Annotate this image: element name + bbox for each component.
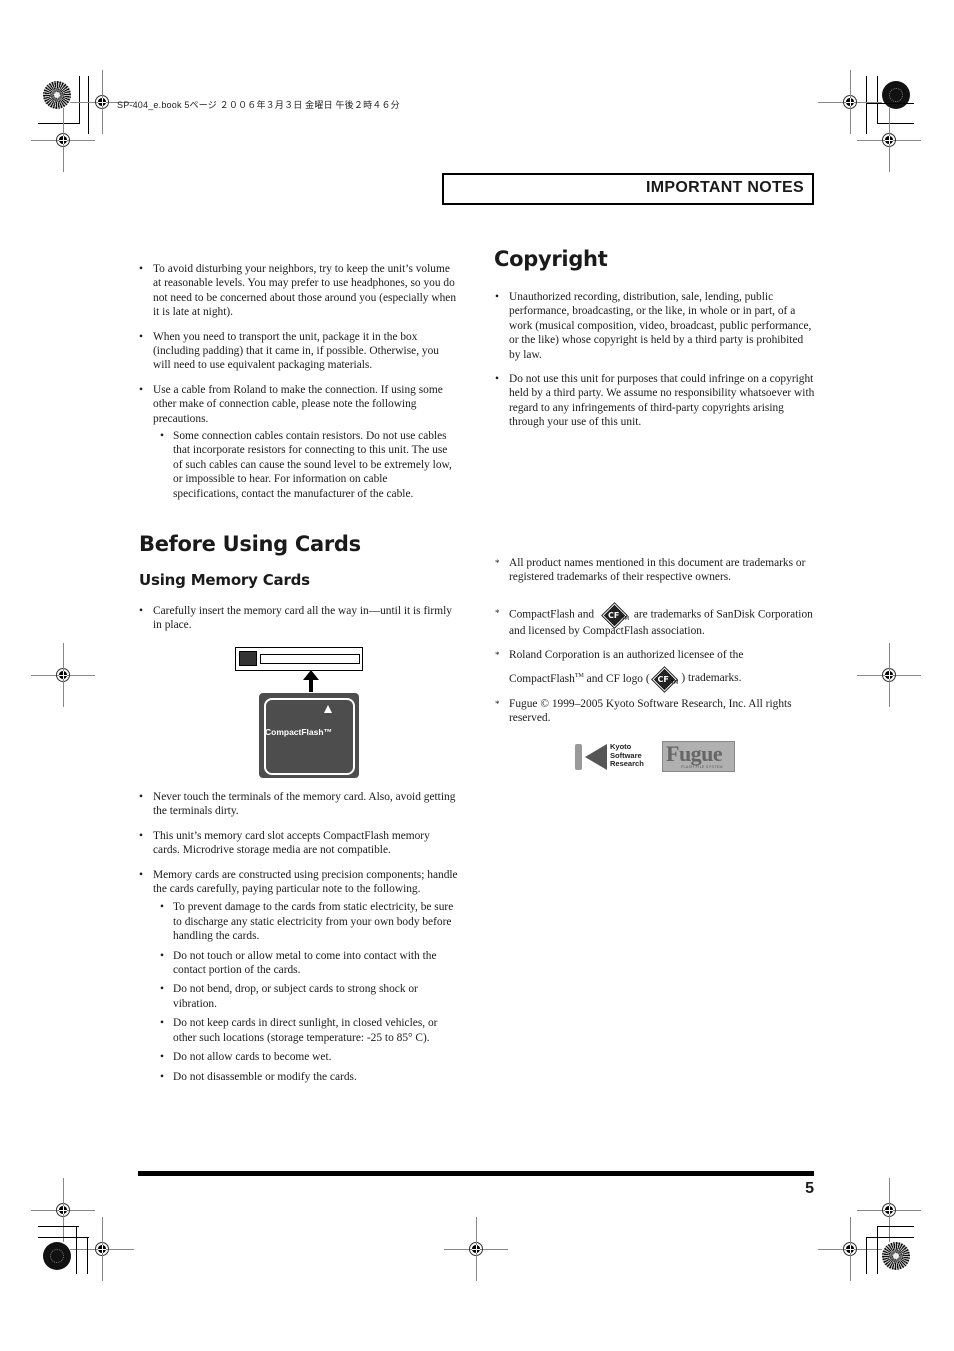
sub-list-item: Do not allow cards to become wet. <box>156 1050 459 1065</box>
crop-mark <box>87 1237 88 1274</box>
page-number: 5 <box>805 1180 814 1197</box>
section-header-title: IMPORTANT NOTES <box>646 179 804 196</box>
crosshair-icon <box>818 1217 882 1281</box>
note-marker: * <box>495 698 500 709</box>
crop-mark <box>877 1226 914 1227</box>
sub-list-item: Do not bend, drop, or subject cards to s… <box>156 982 459 1011</box>
ksr-logo-text: Kyoto Software Research <box>610 742 644 768</box>
note-text: Roland Corporation is an authorized lice… <box>509 649 744 662</box>
list-item: Carefully insert the memory card all the… <box>139 604 459 633</box>
fugue-logo: Fugue FLASH FILE SYSTEM <box>662 741 735 772</box>
note-text: Fugue © 1999–2005 Kyoto Software Researc… <box>509 697 792 725</box>
registration-target-top-left <box>43 81 71 109</box>
crop-mark <box>877 1226 878 1274</box>
crosshair-icon <box>31 643 95 707</box>
crop-mark <box>38 1226 79 1227</box>
crosshair-icon <box>857 643 921 707</box>
compactflash-card-illustration: CompactFlash™ <box>259 693 359 778</box>
crop-mark <box>79 76 80 124</box>
page-section-title: Before Using Cards <box>139 532 361 556</box>
note-text: All product names mentioned in this docu… <box>509 557 806 584</box>
list-item: To avoid disturbing your neighbors, try … <box>139 262 459 320</box>
crosshair-icon <box>70 1217 134 1281</box>
insert-instruction: Carefully insert the memory card all the… <box>139 604 459 643</box>
subsection-title: Using Memory Cards <box>139 571 310 589</box>
note-text-line: CompactFlashTM and CF logo ( CF TM ) trad… <box>509 668 817 690</box>
card-slot-illustration <box>235 647 363 671</box>
registration-target-top-right <box>882 81 910 109</box>
note-item: * All product names mentioned in this do… <box>495 556 817 585</box>
crop-mark <box>866 103 914 104</box>
fugue-logo-word: Fugue <box>666 741 723 766</box>
cf-logo-icon: CF TM <box>653 668 679 690</box>
note-text: CompactFlash and <box>509 608 595 621</box>
note-marker: * <box>495 650 500 661</box>
fugue-logo-tagline: FLASH FILE SYSTEM <box>681 765 723 769</box>
crop-mark <box>38 1237 89 1238</box>
card-label: CompactFlash™ <box>265 727 333 737</box>
copyright-list: Unauthorized recording, distribution, sa… <box>495 290 815 440</box>
section-header-box: IMPORTANT NOTES <box>442 173 814 205</box>
sub-list-item: Do not disassemble or modify the cards. <box>156 1070 459 1085</box>
insert-arrow-stem <box>309 680 313 692</box>
crosshair-icon <box>857 1178 921 1242</box>
registration-target-bottom-left <box>43 1242 71 1270</box>
note-item: * CompactFlash and CF TM are trademarks o… <box>495 604 817 638</box>
list-item: Do not use this unit for purposes that c… <box>495 372 815 430</box>
left-column: To avoid disturbing your neighbors, try … <box>139 262 459 506</box>
crosshair-icon <box>70 70 134 134</box>
print-header: SP-404_e.book 5ページ ２００６年３月３日 金曜日 午後２時４６分 <box>117 100 400 110</box>
kyoto-software-research-logo: Kyoto Software Research <box>575 742 650 772</box>
crop-mark <box>866 1237 867 1274</box>
sub-list-item: Some connection cables contain resistors… <box>156 429 453 501</box>
footer-rule <box>138 1171 814 1176</box>
crop-mark <box>866 1237 914 1238</box>
crosshair-icon <box>444 1217 508 1281</box>
sub-list-item: To prevent damage to the cards from stat… <box>156 900 459 943</box>
crop-mark <box>877 76 878 124</box>
registration-target-bottom-right <box>882 1242 910 1270</box>
crop-mark <box>76 1226 77 1274</box>
slot-opening <box>260 654 360 664</box>
crosshair-icon <box>31 108 95 172</box>
insert-arrow-icon <box>303 670 319 680</box>
subsection-title-memory-cards: Using Memory Cards <box>139 571 310 589</box>
slot-eject-block <box>239 651 257 666</box>
ksr-logo-triangle <box>585 744 607 770</box>
page-section-title: Copyright <box>494 247 608 271</box>
list-item: Use a cable from Roland to make the conn… <box>139 383 459 426</box>
note-marker: * <box>495 558 500 568</box>
trademark-notes: * All product names mentioned in this do… <box>495 556 817 726</box>
list-item: When you need to transport the unit, pac… <box>139 330 459 373</box>
list-item: Never touch the terminals of the memory … <box>139 790 459 819</box>
note-item: * Fugue © 1999–2005 Kyoto Software Resea… <box>495 697 817 726</box>
card-handling-list: Never touch the terminals of the memory … <box>139 790 459 1089</box>
sub-list-item: Do not touch or allow metal to come into… <box>156 949 459 978</box>
crosshair-icon <box>818 70 882 134</box>
crosshair-icon <box>31 1178 95 1242</box>
card-orientation-triangle-icon <box>324 705 332 713</box>
list-item: Unauthorized recording, distribution, sa… <box>495 290 815 362</box>
ksr-logo-bar <box>575 744 582 770</box>
section-title-copyright: Copyright <box>494 247 608 271</box>
list-item: This unit’s memory card slot accepts Com… <box>139 829 459 858</box>
note-item: * Roland Corporation is an authorized li… <box>495 648 817 690</box>
sub-list-item: Do not keep cards in direct sunlight, in… <box>156 1016 459 1045</box>
crosshair-icon <box>857 108 921 172</box>
list-item: Memory cards are constructed using preci… <box>139 868 459 897</box>
section-title-before-using-cards: Before Using Cards <box>139 532 361 556</box>
note-marker: * <box>495 607 500 618</box>
cf-logo-icon: CF TM <box>603 604 629 626</box>
